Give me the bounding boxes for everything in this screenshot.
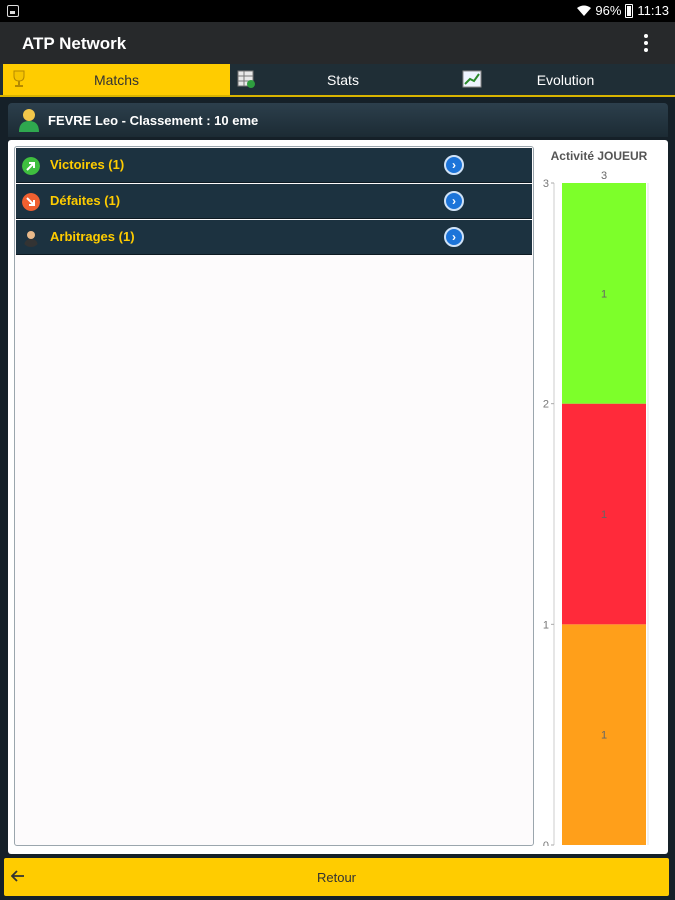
row-defaites-label: Défaites (1) [50, 193, 121, 208]
tab-bar: Matchs Stats Evolution [0, 64, 675, 97]
wifi-icon [577, 5, 592, 16]
y-tick-label: 1 [543, 619, 549, 631]
tab-matchs-label: Matchs [93, 71, 140, 88]
chevron-right-icon[interactable]: › [444, 191, 464, 211]
row-arbitrages[interactable]: Arbitrages (1) › [16, 220, 532, 255]
y-tick-label: 0 [543, 840, 549, 846]
row-victoires-label: Victoires (1) [50, 157, 125, 172]
player-name: FEVRE Leo - Classement : 10 eme [48, 113, 259, 128]
tab-matchs[interactable]: Matchs [3, 64, 230, 95]
victory-arrow-icon [22, 157, 40, 175]
status-bar: 96% 11:13 [0, 0, 675, 22]
status-right: 96% 11:13 [577, 3, 669, 18]
activity-chart: Activité JOUEUR 30123111 [534, 146, 664, 846]
referee-icon [24, 231, 38, 247]
app-title: ATP Network [22, 34, 127, 53]
y-tick-label: 2 [543, 399, 549, 411]
match-list: Victoires (1) › Défaites (1) › Arbitrage… [14, 146, 534, 846]
y-tick-label: 3 [543, 178, 549, 190]
stats-table-icon [237, 70, 255, 88]
tab-evolution[interactable]: Evolution [456, 64, 675, 95]
row-victoires[interactable]: Victoires (1) › [16, 148, 532, 183]
content-frame: Victoires (1) › Défaites (1) › Arbitrage… [8, 140, 668, 854]
player-avatar-icon [19, 109, 39, 132]
chevron-right-icon[interactable]: › [444, 227, 464, 247]
row-arbitrages-label: Arbitrages (1) [50, 229, 135, 244]
row-defaites[interactable]: Défaites (1) › [16, 184, 532, 219]
player-header: FEVRE Leo - Classement : 10 eme [8, 103, 668, 137]
app-bar: ATP Network [0, 22, 675, 64]
tab-evolution-label: Evolution [536, 71, 595, 88]
battery-percent: 96% [595, 3, 622, 18]
bar-value-label: 1 [601, 288, 607, 300]
screenshot-icon [7, 5, 19, 17]
battery-icon [625, 3, 634, 18]
defeat-arrow-icon [22, 193, 40, 211]
chart-total-label: 3 [601, 170, 607, 182]
tab-stats-label: Stats [327, 71, 359, 88]
back-button[interactable]: Retour [4, 858, 669, 896]
tab-stats[interactable]: Stats [230, 64, 456, 95]
back-label: Retour [316, 870, 357, 885]
chart-icon [462, 70, 482, 88]
overflow-menu-icon[interactable] [643, 34, 649, 52]
clock: 11:13 [637, 3, 669, 18]
chevron-right-icon[interactable]: › [444, 155, 464, 175]
bar-value-label: 1 [601, 730, 607, 742]
chart-canvas: 3 0 1 2 3 1 1 1 [543, 170, 649, 846]
bar-value-label: 1 [601, 509, 607, 521]
trophy-icon [13, 70, 25, 87]
